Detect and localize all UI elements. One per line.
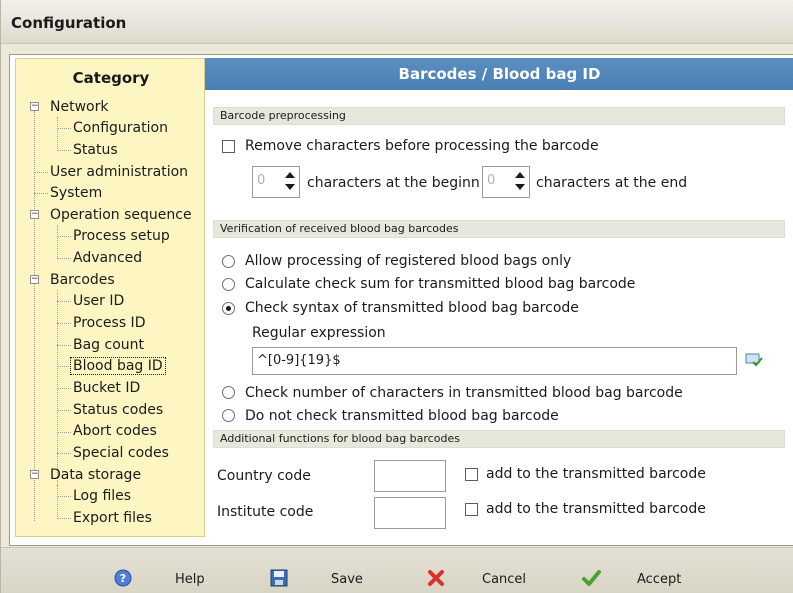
sidebar-item-special-codes[interactable]: Special codes: [73, 445, 169, 461]
sidebar-item-process-setup[interactable]: Process setup: [73, 228, 170, 244]
help-icon: ?: [114, 569, 132, 587]
end-characters-value: 0: [487, 173, 496, 188]
footer-bar: ? Help Save Cancel Accept: [1, 547, 793, 593]
save-label: Save: [331, 572, 363, 587]
sidebar-item-operation-sequence[interactable]: Operation sequence: [50, 207, 192, 223]
radio-registered-only[interactable]: [222, 255, 235, 268]
section-additional-functions: Additional functions for blood bag barco…: [213, 430, 785, 448]
begin-characters-stepper[interactable]: 0: [252, 166, 300, 198]
country-add-checkbox[interactable]: [465, 468, 478, 481]
cancel-label: Cancel: [482, 572, 527, 587]
begin-characters-value: 0: [257, 173, 266, 188]
stepper-arrows-icon[interactable]: [513, 170, 527, 194]
country-code-input[interactable]: [374, 460, 446, 492]
page-title: Barcodes / Blood bag ID: [205, 58, 793, 90]
sidebar-item-bag-count[interactable]: Bag count: [73, 337, 144, 353]
stepper-arrows-icon[interactable]: [283, 170, 297, 194]
sidebar-item-system[interactable]: System: [50, 185, 102, 201]
sidebar-item-network[interactable]: Network: [50, 99, 108, 115]
sidebar-item-log-files[interactable]: Log files: [73, 488, 131, 504]
title-bar: Configuration: [1, 0, 793, 44]
radio-check-sum-label: Calculate check sum for transmitted bloo…: [245, 276, 636, 292]
sidebar-item-abort-codes[interactable]: Abort codes: [73, 423, 157, 439]
radio-check-syntax[interactable]: [222, 302, 235, 315]
validate-regex-icon[interactable]: [745, 353, 763, 367]
sidebar-item-bucket-id[interactable]: Bucket ID: [73, 380, 140, 396]
section-barcode-preprocessing: Barcode preprocessing: [213, 107, 785, 125]
institute-add-label: add to the transmitted barcode: [486, 501, 706, 517]
sidebar-item-export-files[interactable]: Export files: [73, 510, 152, 526]
category-sidebar: Category − Network Configuration Status …: [15, 58, 205, 537]
sidebar-item-advanced[interactable]: Advanced: [73, 250, 142, 266]
svg-text:?: ?: [120, 572, 126, 585]
radio-check-syntax-label: Check syntax of transmitted blood bag ba…: [245, 300, 579, 316]
network-collapse-icon[interactable]: −: [30, 102, 39, 111]
sidebar-item-user-administration[interactable]: User administration: [50, 164, 188, 180]
help-label: Help: [175, 572, 205, 587]
country-add-label: add to the transmitted barcode: [486, 466, 706, 482]
sidebar-item-data-storage[interactable]: Data storage: [50, 467, 141, 483]
radio-no-check-label: Do not check transmitted blood bag barco…: [245, 408, 559, 424]
sidebar-item-configuration[interactable]: Configuration: [73, 120, 168, 136]
barcodes-collapse-icon[interactable]: −: [30, 275, 39, 284]
sidebar-item-status-codes[interactable]: Status codes: [73, 402, 163, 418]
country-code-label: Country code: [217, 468, 311, 484]
regex-label: Regular expression: [252, 325, 386, 341]
sidebar-item-process-id[interactable]: Process ID: [73, 315, 145, 331]
institute-code-input[interactable]: [374, 497, 446, 529]
configuration-window: Configuration Category − Network Configu…: [0, 0, 793, 593]
radio-no-check[interactable]: [222, 409, 235, 422]
remove-characters-checkbox[interactable]: [222, 140, 235, 153]
remove-characters-label: Remove characters before processing the …: [245, 138, 599, 154]
main-panel: Barcodes / Blood bag ID Barcode preproce…: [205, 58, 793, 537]
end-characters-label: characters at the end: [536, 175, 688, 191]
section-verification: Verification of received blood bag barco…: [213, 220, 785, 238]
institute-code-label: Institute code: [217, 504, 314, 520]
regex-input[interactable]: ^[0-9]{19}$: [252, 347, 737, 375]
sidebar-item-blood-bag-id[interactable]: Blood bag ID: [70, 357, 166, 375]
begin-characters-label: characters at the beginn: [307, 175, 480, 191]
sidebar-item-barcodes[interactable]: Barcodes: [50, 272, 115, 288]
save-icon: [270, 569, 288, 587]
category-title: Category: [72, 69, 150, 87]
radio-check-length[interactable]: [222, 386, 235, 399]
accept-label: Accept: [637, 572, 682, 587]
data-storage-collapse-icon[interactable]: −: [30, 470, 39, 479]
sidebar-item-status[interactable]: Status: [73, 142, 118, 158]
sidebar-item-user-id[interactable]: User ID: [73, 293, 124, 309]
institute-add-checkbox[interactable]: [465, 503, 478, 516]
radio-check-length-label: Check number of characters in transmitte…: [245, 385, 683, 401]
cancel-icon: [428, 570, 444, 586]
checkmark-icon: [582, 570, 601, 586]
window-title: Configuration: [11, 14, 127, 32]
operation-sequence-collapse-icon[interactable]: −: [30, 210, 39, 219]
radio-registered-only-label: Allow processing of registered blood bag…: [245, 253, 572, 269]
end-characters-stepper[interactable]: 0: [482, 166, 530, 198]
radio-check-sum[interactable]: [222, 278, 235, 291]
